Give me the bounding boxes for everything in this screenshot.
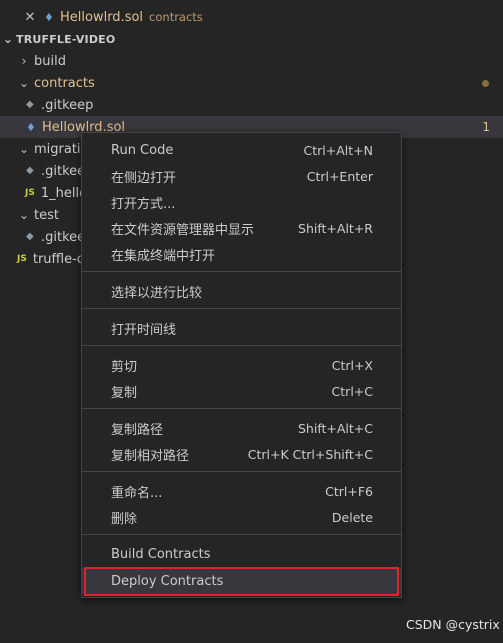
tree-item-label: truffle-c — [32, 251, 84, 267]
menu-item-shortcut: Delete — [331, 509, 373, 525]
menu-separator — [82, 345, 401, 346]
menu-item-shortcut: Ctrl+Alt+N — [303, 142, 373, 158]
context-menu: Run Code Ctrl+Alt+N 在侧边打开 Ctrl+Enter 打开方… — [81, 132, 402, 598]
close-icon[interactable]: ✕ — [24, 10, 36, 25]
menu-item-shortcut: Shift+Alt+C — [297, 420, 373, 436]
menu-item-label: 选择以进行比较 — [111, 285, 203, 301]
menu-item-label: 复制相对路径 — [111, 448, 190, 464]
menu-separator — [82, 471, 401, 472]
menu-item-shortcut: Ctrl+F6 — [325, 483, 373, 499]
menu-item-open-with[interactable]: 打开方式... — [82, 189, 401, 215]
menu-item-shortcut: Ctrl+C — [331, 383, 373, 399]
tree-item-label: .gitkee — [41, 163, 86, 179]
open-editor-filename: Hellowlrd.sol — [60, 9, 144, 25]
menu-item-label: 打开方式... — [111, 196, 176, 212]
tree-item-label: .gitkee — [41, 229, 86, 245]
chevron-right-icon: › — [21, 54, 27, 68]
tree-item-label: .gitkeep — [41, 97, 94, 113]
menu-item-shortcut: Ctrl+K Ctrl+Shift+C — [247, 446, 373, 462]
watermark: CSDN @cystrix — [406, 617, 500, 632]
menu-item-build-contracts[interactable]: Build Contracts — [82, 541, 401, 567]
tree-item-label: migratic — [34, 141, 88, 157]
tree-folder-contracts[interactable]: ⌄ contracts — [0, 72, 503, 94]
menu-separator — [82, 308, 401, 309]
tree-file-gitkeep[interactable]: ◆ .gitkeep — [0, 94, 503, 116]
menu-item-copy-relative-path[interactable]: 复制相对路径 Ctrl+K Ctrl+Shift+C — [82, 441, 401, 467]
chevron-down-icon: ⌄ — [18, 142, 30, 156]
chevron-down-icon: ⌄ — [18, 76, 30, 90]
chevron-down-icon: ⌄ — [2, 32, 14, 46]
highlight-annotation-box — [84, 567, 399, 596]
menu-item-open-to-side[interactable]: 在侧边打开 Ctrl+Enter — [82, 163, 401, 189]
workspace-title: TRUFFLE-VIDEO — [16, 32, 116, 46]
menu-item-label: 重命名... — [111, 485, 163, 501]
problem-count-badge: 1 — [482, 120, 490, 134]
menu-item-label: Build Contracts — [111, 546, 211, 562]
solidity-file-icon: ♦ — [26, 120, 36, 134]
menu-item-label: 剪切 — [111, 359, 138, 375]
menu-item-label: 打开时间线 — [111, 322, 177, 338]
tree-item-label: build — [34, 53, 66, 69]
chevron-down-icon: ⌄ — [18, 208, 30, 222]
menu-item-open-timeline[interactable]: 打开时间线 — [82, 315, 401, 341]
menu-item-cut[interactable]: 剪切 Ctrl+X — [82, 352, 401, 378]
js-file-icon: JS — [25, 188, 35, 198]
gitkeep-file-icon: ◆ — [26, 165, 34, 176]
menu-item-shortcut: Shift+Alt+R — [298, 220, 373, 236]
menu-item-run-code[interactable]: Run Code Ctrl+Alt+N — [82, 137, 401, 163]
menu-item-label: 复制 — [111, 385, 138, 401]
open-editor-item[interactable]: ✕ ♦ Hellowlrd.sol contracts — [0, 6, 503, 28]
menu-item-shortcut: Ctrl+Enter — [306, 168, 373, 184]
menu-item-copy[interactable]: 复制 Ctrl+C — [82, 378, 401, 404]
menu-item-label: 删除 — [111, 511, 138, 527]
menu-item-select-for-compare[interactable]: 选择以进行比较 — [82, 278, 401, 304]
menu-separator — [82, 408, 401, 409]
menu-item-open-in-terminal[interactable]: 在集成终端中打开 — [82, 241, 401, 267]
open-editor-folder: contracts — [149, 10, 203, 24]
menu-separator — [82, 271, 401, 272]
tree-item-label: test — [34, 207, 59, 223]
menu-item-shortcut: Ctrl+X — [331, 357, 373, 373]
menu-item-label: Run Code — [111, 142, 174, 158]
menu-item-label: 在侧边打开 — [111, 170, 177, 186]
menu-item-label: 复制路径 — [111, 422, 164, 438]
gitkeep-file-icon: ◆ — [26, 231, 34, 242]
modified-dot-indicator — [482, 79, 489, 87]
tree-item-label: contracts — [34, 75, 95, 91]
gitkeep-file-icon: ◆ — [26, 99, 34, 110]
menu-item-copy-path[interactable]: 复制路径 Shift+Alt+C — [82, 415, 401, 441]
solidity-file-icon: ♦ — [44, 10, 54, 24]
explorer-section-header[interactable]: ⌄ TRUFFLE-VIDEO — [0, 28, 503, 50]
tree-folder-build[interactable]: › build — [0, 50, 503, 72]
menu-item-reveal-in-explorer[interactable]: 在文件资源管理器中显示 Shift+Alt+R — [82, 215, 401, 241]
menu-item-label: 在集成终端中打开 — [111, 248, 216, 264]
js-file-icon: JS — [17, 254, 27, 264]
menu-item-label: 在文件资源管理器中显示 — [111, 222, 255, 238]
menu-separator — [82, 534, 401, 535]
menu-item-delete[interactable]: 删除 Delete — [82, 504, 401, 530]
menu-item-rename[interactable]: 重命名... Ctrl+F6 — [82, 478, 401, 504]
